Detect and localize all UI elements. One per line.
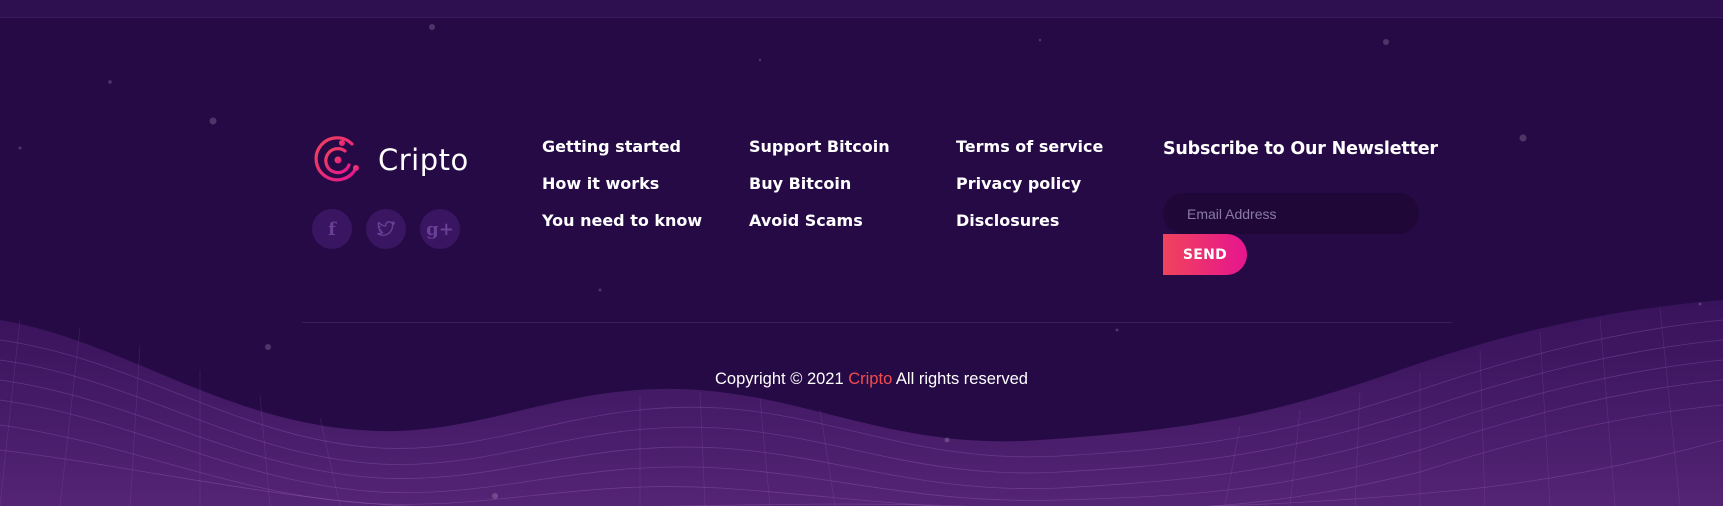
footer: Cripto f g+ Getting started How it works…: [0, 0, 1723, 506]
copyright-prefix: Copyright © 2021: [715, 370, 849, 388]
facebook-button[interactable]: f: [312, 209, 352, 249]
link-you-need-to-know[interactable]: You need to know: [542, 211, 702, 231]
footer-links-column-3: Terms of service Privacy policy Disclosu…: [956, 137, 1103, 231]
link-avoid-scams[interactable]: Avoid Scams: [749, 211, 890, 231]
link-support-bitcoin[interactable]: Support Bitcoin: [749, 137, 890, 157]
email-input[interactable]: [1163, 193, 1419, 234]
copyright-brand-link[interactable]: Cripto: [848, 370, 892, 388]
footer-divider: [302, 322, 1452, 323]
send-button[interactable]: SEND: [1163, 234, 1247, 275]
social-links: f g+: [312, 209, 460, 249]
cripto-logo-icon: [314, 136, 359, 182]
footer-links-column-2: Support Bitcoin Buy Bitcoin Avoid Scams: [749, 137, 890, 231]
link-buy-bitcoin[interactable]: Buy Bitcoin: [749, 174, 890, 194]
twitter-button[interactable]: [366, 209, 406, 249]
newsletter-section: Subscribe to Our Newsletter SEND: [1163, 137, 1438, 275]
twitter-icon: [377, 221, 395, 236]
copyright-suffix: All rights reserved: [892, 370, 1028, 388]
google-plus-button[interactable]: g+: [420, 209, 460, 249]
facebook-icon: f: [328, 218, 336, 240]
google-plus-icon: g+: [426, 218, 454, 240]
link-how-it-works[interactable]: How it works: [542, 174, 702, 194]
link-getting-started[interactable]: Getting started: [542, 137, 702, 157]
footer-links-column-1: Getting started How it works You need to…: [542, 137, 702, 231]
brand-logo-link[interactable]: Cripto: [312, 134, 469, 186]
link-disclosures[interactable]: Disclosures: [956, 211, 1103, 231]
brand-name: Cripto: [378, 143, 469, 177]
copyright-text: Copyright © 2021 Cripto All rights reser…: [0, 369, 1723, 389]
link-privacy-policy[interactable]: Privacy policy: [956, 174, 1103, 194]
link-terms-of-service[interactable]: Terms of service: [956, 137, 1103, 157]
newsletter-title: Subscribe to Our Newsletter: [1163, 139, 1438, 159]
